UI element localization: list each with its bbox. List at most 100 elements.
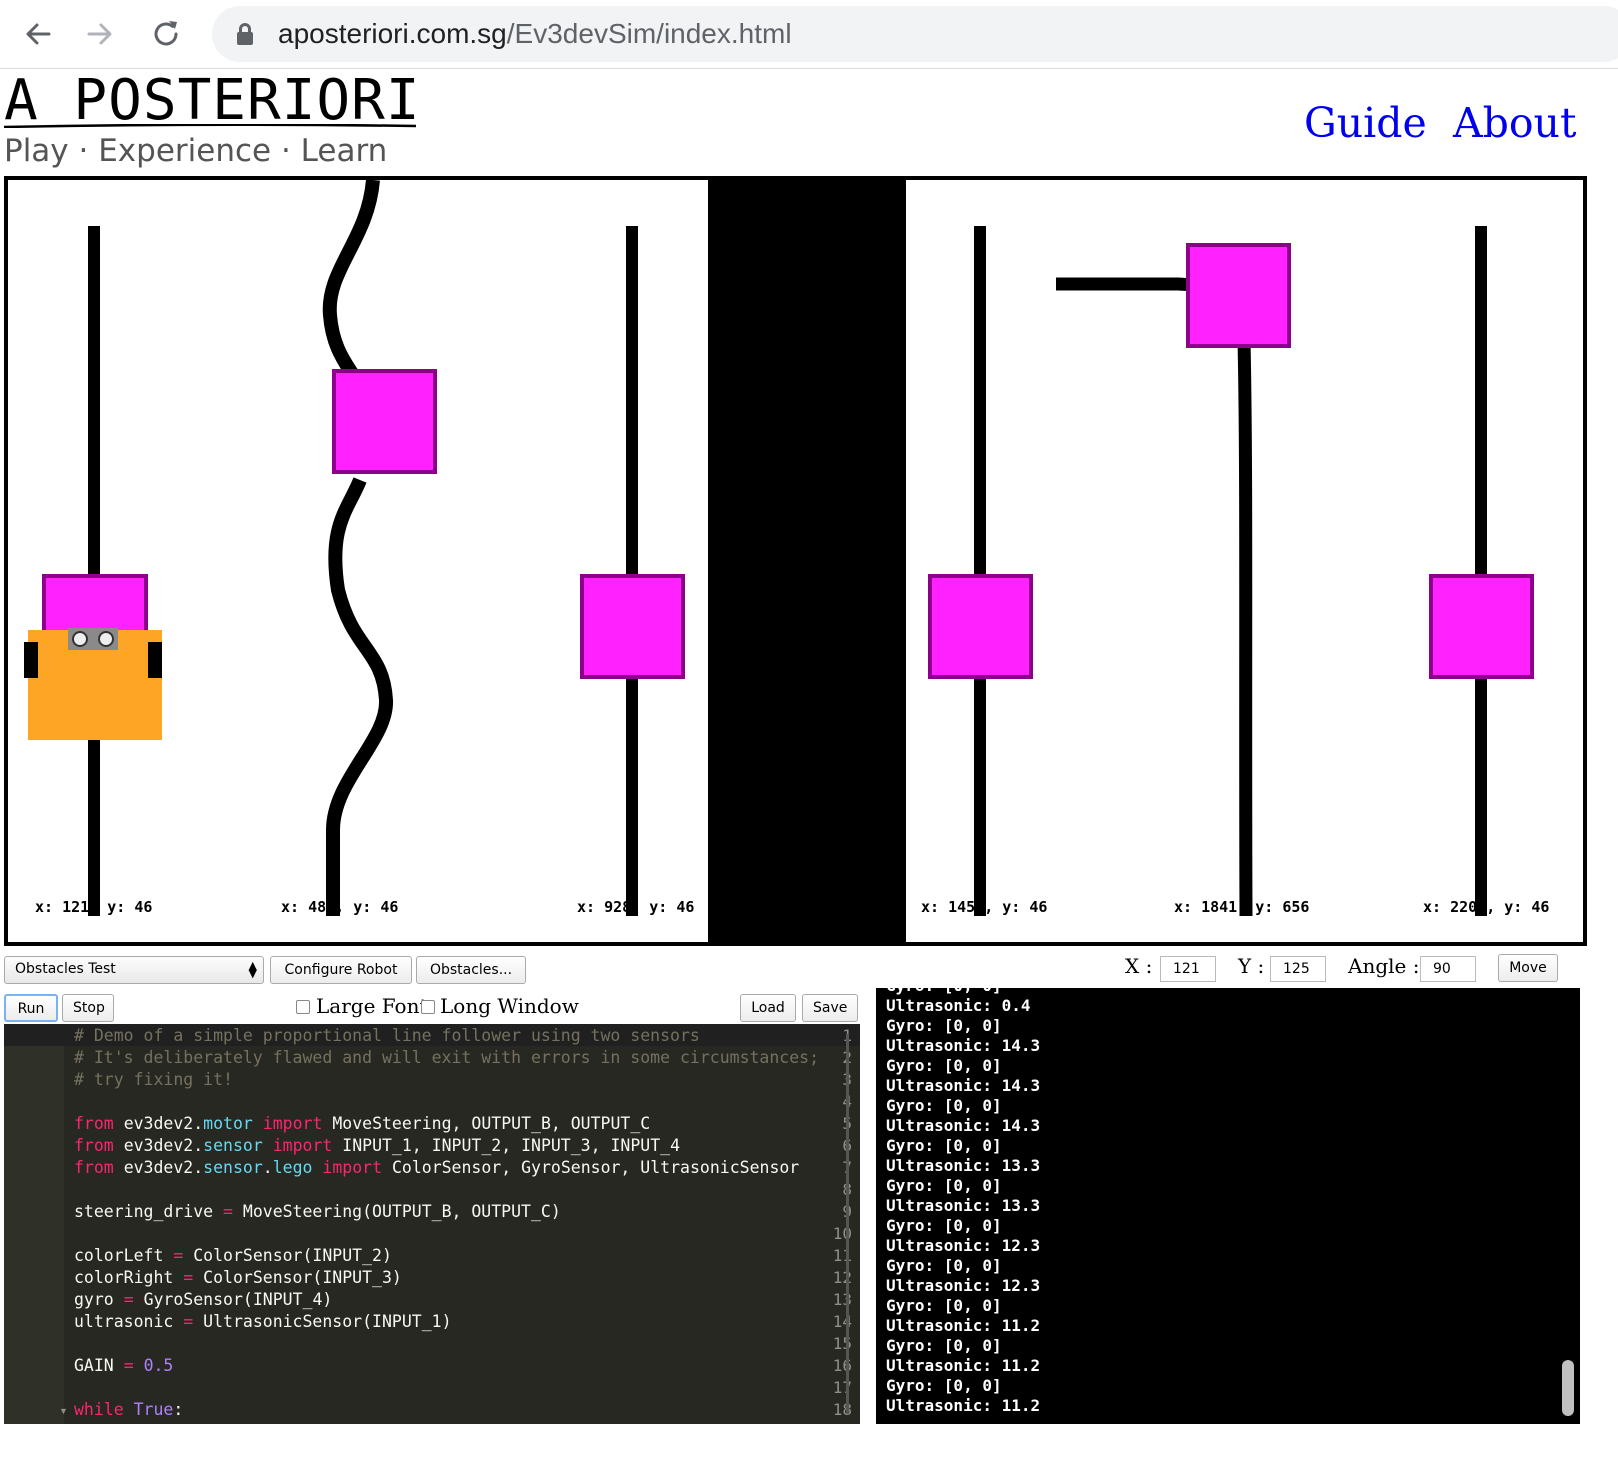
lock-icon — [236, 22, 254, 51]
obstacle-3[interactable] — [580, 574, 685, 679]
x-input[interactable] — [1160, 956, 1216, 982]
module-sensor: sensor — [203, 1158, 263, 1177]
line-number: 16 — [832, 1356, 852, 1375]
module-ev3dev2: ev3dev2 — [123, 1114, 194, 1133]
y-label: Y : — [1238, 954, 1265, 978]
console-line: Gyro: [0, 0] — [886, 1096, 1002, 1115]
logo-underline — [4, 124, 416, 128]
line-number: 15 — [832, 1334, 852, 1353]
about-link[interactable]: About — [1453, 98, 1576, 148]
address-bar[interactable]: aposteriori.com.sg/Ev3devSim/index.html — [212, 6, 1618, 62]
console-line: Gyro: [0, 0] — [886, 1256, 1002, 1275]
obstacle-4[interactable] — [928, 574, 1033, 679]
load-button[interactable]: Load — [740, 994, 796, 1022]
var-name: GAIN — [74, 1356, 114, 1375]
kw-while: while — [74, 1400, 124, 1419]
module-sensor: sensor — [203, 1136, 263, 1155]
line-number: 10 — [832, 1224, 852, 1243]
track-line-3 — [626, 226, 638, 916]
coord-label-5: x: 1841, y: 656 — [1174, 898, 1310, 916]
console-line: Gyro: [0, 0] — [886, 1216, 1002, 1235]
code-line: from ev3dev2.motor import MoveSteering, … — [74, 1114, 651, 1133]
stop-button[interactable]: Stop — [62, 994, 114, 1022]
console-line: Gyro: [0, 0] — [886, 1336, 1002, 1355]
large-font-checkbox[interactable] — [296, 1000, 310, 1014]
site-tagline: Play · Experience · Learn — [4, 133, 388, 169]
kw-import: import — [272, 1136, 333, 1155]
world-select[interactable]: Obstacles Test ▲ ▼ — [4, 956, 264, 984]
configure-robot-button[interactable]: Configure Robot — [270, 956, 412, 984]
track-line-6 — [1475, 226, 1487, 916]
var-value: ColorSensor(INPUT_3) — [203, 1268, 402, 1287]
code-line: colorLeft = ColorSensor(INPUT_2) — [74, 1246, 392, 1265]
console-scrollbar[interactable] — [1562, 1360, 1574, 1416]
code-line: colorRight = ColorSensor(INPUT_3) — [74, 1268, 402, 1287]
angle-input[interactable] — [1420, 956, 1476, 982]
line-number: 13 — [832, 1290, 852, 1309]
track-line-1 — [88, 226, 100, 916]
op-eq: = — [223, 1202, 233, 1221]
long-window-checkbox[interactable] — [421, 1000, 435, 1014]
code-line: steering_drive = MoveSteering(OUTPUT_B, … — [74, 1202, 561, 1221]
imports: ColorSensor, GyroSensor, UltrasonicSenso… — [391, 1158, 800, 1177]
code-line: while True: — [74, 1400, 183, 1419]
fold-arrow-icon[interactable]: ▼ — [59, 1406, 68, 1416]
y-input[interactable] — [1270, 956, 1326, 982]
obstacle-6[interactable] — [1429, 574, 1534, 679]
line-number: 18 — [832, 1400, 852, 1419]
site-logo[interactable]: A POSTERIORI — [4, 70, 421, 132]
code-editor[interactable]: 1 2 3 4 5 6 7 8 9 10 11 12 13 14 15 16 1… — [4, 1024, 860, 1424]
simulator-canvas[interactable]: x: 121, y: 46 x: 488, y: 46 x: 928, y: 4… — [4, 176, 1587, 946]
console-line: Gyro: [0, 0] — [886, 1016, 1002, 1035]
sim-field — [24, 180, 1534, 942]
console-line: Ultrasonic: 0.4 — [886, 996, 1031, 1015]
code-comment: # try fixing it! — [74, 1070, 233, 1089]
obstacle-2[interactable] — [332, 369, 437, 474]
module-motor: motor — [203, 1114, 253, 1133]
editor-scrollbar[interactable] — [846, 1034, 849, 1414]
robot-color-sensor-left — [72, 631, 88, 647]
module-ev3dev2: ev3dev2 — [123, 1158, 194, 1177]
op-eq: = — [173, 1246, 184, 1265]
op-eq: = — [123, 1290, 134, 1309]
reload-icon[interactable] — [146, 14, 186, 54]
run-button[interactable]: Run — [4, 994, 58, 1022]
guide-link[interactable]: Guide — [1304, 98, 1427, 148]
code-line: gyro = GyroSensor(INPUT_4) — [74, 1290, 332, 1309]
black-zone — [708, 180, 906, 942]
x-label: X : — [1125, 954, 1153, 978]
console-line: Gyro: [0, 0] — [886, 1056, 1002, 1075]
back-icon[interactable] — [18, 14, 58, 54]
select-arrows-icon: ▲ ▼ — [248, 959, 257, 980]
line-number: 12 — [832, 1268, 852, 1287]
var-name: steering_drive — [74, 1202, 214, 1221]
save-button[interactable]: Save — [802, 994, 858, 1022]
kw-import: import — [322, 1158, 383, 1177]
obstacle-5[interactable] — [1186, 243, 1291, 348]
line-number: 17 — [832, 1378, 852, 1397]
obstacles-button[interactable]: Obstacles... — [416, 956, 526, 984]
long-window-label: Long Window — [440, 994, 579, 1018]
var-value: ColorSensor(INPUT_2) — [193, 1246, 392, 1265]
var-name: colorLeft — [74, 1246, 164, 1265]
coord-label-2: x: 488, y: 46 — [281, 898, 399, 916]
imports: MoveSteering, OUTPUT_B, OUTPUT_C — [332, 1114, 651, 1133]
robot[interactable] — [24, 628, 162, 740]
obstacle-1[interactable] — [42, 574, 148, 634]
move-button[interactable]: Move — [1498, 954, 1558, 982]
code-comment: # It's deliberately flawed and will exit… — [74, 1048, 820, 1067]
world-select-value: Obstacles Test — [15, 961, 116, 977]
op-eq: = — [183, 1312, 194, 1331]
console-line: Ultrasonic: 11.2 — [886, 1356, 1041, 1375]
output-console[interactable]: Gyro: [0, 0] Ultrasonic: 0.4 Gyro: [0, 0… — [876, 988, 1580, 1424]
console-line: Gyro: [0, 0] — [886, 1176, 1002, 1195]
track-line-4 — [974, 226, 986, 916]
forward-icon[interactable] — [80, 14, 120, 54]
angle-label: Angle : — [1348, 954, 1420, 978]
code-line: from ev3dev2.sensor.lego import ColorSen… — [74, 1158, 800, 1177]
coord-label-6: x: 2202, y: 46 — [1423, 898, 1550, 916]
console-line: Ultrasonic: 14.3 — [886, 1116, 1041, 1135]
robot-right-wheel — [148, 642, 162, 678]
line-number: 14 — [832, 1312, 852, 1331]
track-line-2-wavy — [322, 180, 393, 916]
